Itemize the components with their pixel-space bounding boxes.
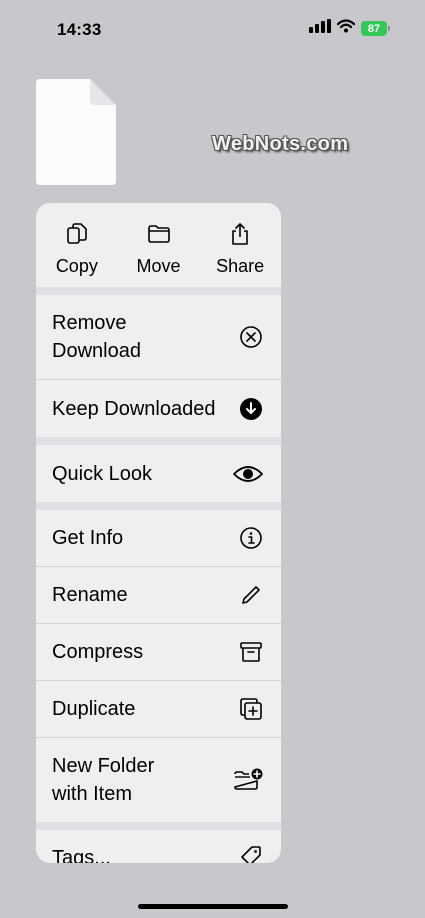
x-circle-icon [239, 325, 263, 349]
cellular-signal-icon [309, 19, 331, 38]
battery-level: 87 [367, 22, 381, 35]
copy-icon [66, 223, 88, 250]
battery-icon: 87 [361, 21, 390, 36]
section-separator [36, 437, 281, 445]
menu-item-keep-downloaded[interactable]: Keep Downloaded [36, 379, 281, 437]
get-info-label: Get Info [52, 527, 124, 549]
info-icon [239, 526, 263, 550]
archive-box-icon [239, 640, 263, 664]
pencil-icon [239, 583, 263, 607]
wifi-icon [336, 19, 356, 38]
duplicate-label: Duplicate [52, 698, 136, 720]
compress-label: Compress [52, 641, 144, 663]
keep-downloaded-label: Keep Downloaded [52, 397, 216, 420]
folder-icon [147, 223, 170, 250]
menu-item-compress[interactable]: Compress [36, 623, 281, 680]
file-thumbnail [36, 79, 116, 185]
tags-label: Tags... [52, 847, 111, 863]
share-label: Share [216, 256, 265, 276]
menu-item-rename[interactable]: Rename [36, 566, 281, 623]
move-button[interactable]: Move [118, 203, 200, 287]
section-separator [36, 502, 281, 510]
status-time: 14:33 [57, 20, 102, 39]
menu-item-tags[interactable]: Tags... [36, 830, 281, 863]
menu-item-new-folder-with-item[interactable]: New Folder with Item [36, 737, 281, 822]
move-label: Move [136, 256, 181, 276]
menu-item-remove-download[interactable]: Remove Download [36, 295, 281, 379]
rename-label: Rename [52, 584, 128, 606]
quick-look-label: Quick Look [52, 462, 153, 485]
eye-icon [233, 462, 263, 486]
share-icon [229, 223, 251, 250]
remove-download-label: Remove Download [52, 312, 141, 362]
top-actions: Copy Move Share [36, 203, 281, 287]
section-separator [36, 822, 281, 830]
duplicate-icon [239, 697, 263, 721]
status-icons: 87 [309, 19, 390, 38]
context-menu: Copy Move Share Remove Download Keep Dow… [36, 203, 281, 863]
status-bar: 14:33 87 [0, 0, 425, 60]
folder-plus-icon [233, 768, 263, 792]
new-folder-label: New Folder with Item [52, 755, 155, 805]
watermark: WebNots.com [212, 133, 349, 155]
menu-item-get-info[interactable]: Get Info [36, 510, 281, 566]
copy-label: Copy [55, 256, 98, 276]
copy-button[interactable]: Copy [36, 203, 118, 287]
tag-icon [239, 844, 263, 863]
menu-item-quick-look[interactable]: Quick Look [36, 445, 281, 502]
menu-item-duplicate[interactable]: Duplicate [36, 680, 281, 737]
share-button[interactable]: Share [199, 203, 281, 287]
section-separator [36, 287, 281, 295]
download-arrow-icon [239, 397, 263, 421]
home-indicator [138, 904, 288, 909]
